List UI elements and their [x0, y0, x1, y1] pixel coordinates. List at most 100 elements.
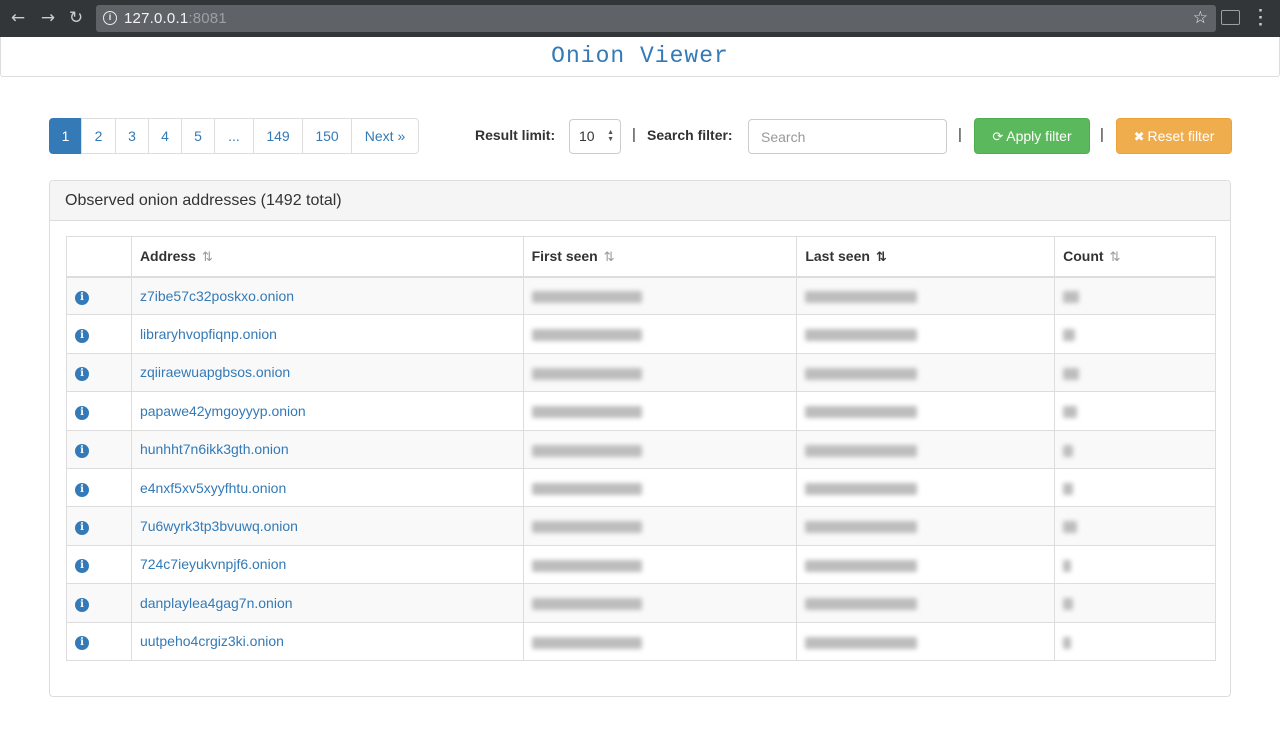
address-cell: libraryhvopfiqnp.onion [130, 314, 524, 354]
reload-icon[interactable]: ↻ [66, 8, 86, 28]
table-row: i uutpeho4crgiz3ki.onion [66, 621, 1216, 661]
column-header-first-seen[interactable]: First seen ⇅ [522, 236, 798, 278]
redacted-value [805, 482, 918, 495]
table-row: i hunhht7n6ikk3gth.onion [66, 429, 1216, 469]
table-row: i 724c7ieyukvnpjf6.onion [66, 544, 1216, 585]
address-link[interactable]: e4nxf5xv5xyyfhtu.onion [140, 480, 286, 496]
address-link[interactable]: hunhht7n6ikk3gth.onion [140, 441, 289, 457]
refresh-icon: ⟳ [992, 130, 1004, 145]
count-cell [1054, 544, 1216, 585]
info-circle-icon[interactable]: i [75, 636, 89, 651]
address-link[interactable]: 724c7ieyukvnpjf6.onion [140, 556, 286, 572]
address-link[interactable]: zqiiraewuapgbsos.onion [140, 364, 290, 380]
address-link[interactable]: z7ibe57c32poskxo.onion [140, 288, 294, 304]
pagination-page[interactable]: 5 [181, 118, 215, 154]
first-seen-cell [522, 352, 798, 393]
last-seen-cell [796, 621, 1056, 661]
last-seen-cell [796, 352, 1056, 393]
info-circle-icon[interactable]: i [75, 597, 89, 612]
count-cell [1054, 352, 1216, 393]
sort-icon[interactable]: ⇅ [604, 250, 615, 265]
reset-filter-button[interactable]: ✖ Reset filter [1116, 118, 1232, 154]
page-title: Onion Viewer [551, 43, 729, 69]
address-cell: z7ibe57c32poskxo.onion [130, 275, 524, 316]
info-cell: i [66, 352, 132, 393]
separator: | [1100, 126, 1104, 143]
pagination-page[interactable]: 149 [253, 118, 303, 154]
pagination-page[interactable]: 1 [49, 118, 82, 154]
address-link[interactable]: danplaylea4gag7n.onion [140, 595, 293, 611]
separator: | [958, 126, 962, 143]
first-seen-cell [522, 429, 798, 469]
apply-filter-label: Apply filter [1006, 128, 1072, 144]
info-circle-icon[interactable]: i [75, 559, 89, 574]
info-circle-icon[interactable]: i [75, 290, 89, 305]
redacted-value [805, 406, 918, 419]
info-cell: i [66, 429, 132, 469]
info-cell: i [66, 544, 132, 585]
last-seen-cell [796, 467, 1056, 508]
address-cell: danplaylea4gag7n.onion [130, 583, 524, 623]
column-header-label: Last seen [805, 247, 870, 264]
pagination-page[interactable]: 4 [148, 118, 182, 154]
address-link[interactable]: papawe42ymgoyyyp.onion [140, 403, 306, 419]
info-circle-icon[interactable]: i [75, 367, 89, 382]
redacted-value [805, 367, 918, 380]
cast-icon[interactable] [1221, 10, 1240, 25]
result-limit-select[interactable]: 10 ▲ ▼ [569, 119, 621, 154]
info-circle-icon[interactable]: i [75, 444, 89, 459]
pagination-page[interactable]: 3 [115, 118, 149, 154]
redacted-value [1063, 598, 1074, 611]
pagination-page[interactable]: 150 [302, 118, 352, 154]
redacted-value [805, 521, 918, 534]
info-cell: i [66, 621, 132, 661]
pagination-next[interactable]: Next » [351, 118, 419, 154]
address-bar[interactable]: i 127.0.0.1:8081 ☆ [96, 5, 1216, 32]
redacted-value [531, 406, 642, 419]
address-link[interactable]: libraryhvopfiqnp.onion [140, 326, 277, 342]
column-header-label: First seen [531, 247, 598, 264]
redacted-value [805, 329, 918, 342]
sort-icon[interactable]: ⇅ [202, 250, 213, 265]
info-circle-icon[interactable]: i [75, 405, 89, 420]
info-cell: i [66, 275, 132, 316]
browser-menu-icon[interactable]: · · · [1256, 2, 1266, 33]
address-cell: papawe42ymgoyyyp.onion [130, 391, 524, 431]
info-circle-icon[interactable]: i [75, 329, 89, 344]
last-seen-cell [796, 583, 1056, 623]
search-filter-label: Search filter: [647, 127, 733, 143]
bookmark-star-icon[interactable]: ☆ [1193, 8, 1208, 28]
addresses-panel: Observed onion addresses (1492 total) Ad… [49, 180, 1231, 697]
separator: | [632, 126, 636, 143]
site-info-icon[interactable]: i [103, 11, 117, 25]
pagination-page[interactable]: 2 [81, 118, 116, 154]
count-cell [1054, 314, 1216, 354]
redacted-value [805, 444, 918, 457]
back-icon[interactable]: ← [8, 8, 28, 28]
column-header-count[interactable]: Count ⇅ [1054, 236, 1216, 278]
apply-filter-button[interactable]: ⟳ Apply filter [974, 118, 1090, 154]
redacted-value [531, 329, 642, 342]
redacted-value [1063, 406, 1078, 419]
info-circle-icon[interactable]: i [75, 521, 89, 536]
forward-icon[interactable]: → [38, 8, 58, 28]
search-input[interactable] [748, 119, 947, 154]
first-seen-cell [522, 314, 798, 354]
count-cell [1054, 429, 1216, 469]
first-seen-cell [522, 506, 798, 546]
pagination-page[interactable]: ... [214, 118, 254, 154]
address-link[interactable]: 7u6wyrk3tp3bvuwq.onion [140, 518, 298, 534]
table-row: i 7u6wyrk3tp3bvuwq.onion [66, 506, 1216, 546]
table-row: i e4nxf5xv5xyyfhtu.onion [66, 467, 1216, 508]
redacted-value [1063, 521, 1078, 534]
redacted-value [531, 367, 642, 380]
redacted-value [531, 482, 642, 495]
address-link[interactable]: uutpeho4crgiz3ki.onion [140, 633, 284, 649]
sort-active-icon[interactable]: ⇅ [876, 250, 887, 265]
column-header-address[interactable]: Address ⇅ [130, 236, 524, 278]
address-cell: hunhht7n6ikk3gth.onion [130, 429, 524, 469]
info-circle-icon[interactable]: i [75, 482, 89, 497]
sort-icon[interactable]: ⇅ [1109, 250, 1120, 265]
table-row: i zqiiraewuapgbsos.onion [66, 352, 1216, 393]
column-header-last-seen[interactable]: Last seen ⇅ [796, 236, 1056, 278]
